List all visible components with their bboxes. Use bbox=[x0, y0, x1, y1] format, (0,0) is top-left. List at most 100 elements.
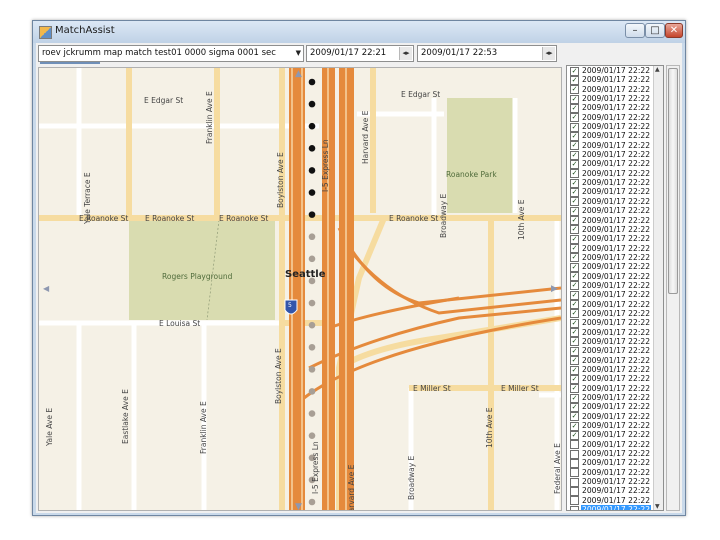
timestamp-list-item[interactable]: ✓ 2009/01/17 22:22 bbox=[567, 318, 663, 328]
checkbox[interactable]: ✓ bbox=[570, 337, 579, 347]
checkbox[interactable]: ✓ bbox=[570, 384, 579, 394]
checkbox[interactable]: ✓ bbox=[570, 122, 579, 132]
gps-point[interactable] bbox=[308, 388, 316, 395]
checkbox[interactable]: ✓ bbox=[570, 159, 579, 169]
timestamp-list-item[interactable]: 2009/01/17 22:22 bbox=[567, 440, 663, 450]
timestamp-list-item[interactable]: ✓ 2009/01/17 22:22 bbox=[567, 402, 663, 412]
checkbox[interactable]: ✓ bbox=[570, 216, 579, 225]
checkbox[interactable]: ✓ bbox=[570, 66, 579, 76]
timestamp-list-item[interactable]: ✓ 2009/01/17 22:22 bbox=[567, 356, 663, 366]
timestamp-list-item[interactable]: ✓ 2009/01/17 22:22 bbox=[567, 216, 663, 225]
pan-down-icon[interactable]: ▼ bbox=[295, 502, 302, 510]
map-view[interactable]: ◀ ▶ ▲ ▼ E Edgar St E Edgar St E Roanoke … bbox=[38, 67, 562, 511]
timestamp-list-item[interactable]: ✓ 2009/01/17 22:22 bbox=[567, 122, 663, 132]
checkbox[interactable]: ✓ bbox=[570, 206, 579, 216]
window-scrollbar[interactable] bbox=[666, 65, 680, 511]
gps-point[interactable] bbox=[308, 233, 316, 241]
checkbox[interactable]: ✓ bbox=[570, 365, 579, 375]
gps-point[interactable] bbox=[308, 167, 316, 174]
checkbox[interactable]: ✓ bbox=[570, 75, 579, 85]
chevron-down-icon[interactable]: ▼ bbox=[296, 46, 301, 61]
timestamp-list-item[interactable]: 2009/01/17 22:22 bbox=[567, 468, 663, 478]
gps-point[interactable] bbox=[308, 145, 316, 152]
timestamp-list-item[interactable]: 2009/01/17 22:22 bbox=[567, 496, 663, 506]
checkbox[interactable]: ✓ bbox=[570, 300, 579, 310]
checkbox[interactable]: ✓ bbox=[570, 150, 579, 160]
timestamp-list-item[interactable]: ✓ 2009/01/17 22:22 bbox=[567, 430, 663, 440]
timestamp-list-item[interactable]: ✓ 2009/01/17 22:22 bbox=[567, 197, 663, 207]
gps-point[interactable] bbox=[308, 410, 316, 417]
timestamp-list-item[interactable]: ✓ 2009/01/17 22:22 bbox=[567, 66, 663, 76]
timestamp-list-item[interactable]: ✓ 2009/01/17 22:22 bbox=[567, 346, 663, 356]
timestamp-list-item[interactable]: ✓ 2009/01/17 22:22 bbox=[567, 94, 663, 104]
pan-left-icon[interactable]: ◀ bbox=[43, 284, 50, 293]
timestamp-list-item[interactable]: 2009/01/17 22:22 bbox=[567, 505, 663, 510]
timestamp-list-item[interactable]: 2009/01/17 22:22 bbox=[567, 477, 663, 487]
checkbox[interactable]: ✓ bbox=[570, 281, 579, 291]
checkbox[interactable] bbox=[570, 477, 579, 487]
checkbox[interactable]: ✓ bbox=[570, 290, 579, 300]
checkbox[interactable]: ✓ bbox=[570, 244, 579, 254]
timestamp-list-item[interactable]: 2009/01/17 22:22 bbox=[567, 458, 663, 468]
timestamp-checklist[interactable]: ✓ 2009/01/17 22:22 ✓ 2009/01/17 22:22 ✓ 2009/… bbox=[566, 65, 664, 511]
checkbox[interactable]: ✓ bbox=[570, 412, 579, 422]
gps-point[interactable] bbox=[308, 366, 316, 373]
list-scrollbar[interactable]: ▲ ▼ bbox=[653, 66, 663, 510]
checkbox[interactable]: ✓ bbox=[570, 94, 579, 104]
end-time-spinner-icon[interactable]: ◂▸ bbox=[542, 47, 555, 60]
checkbox[interactable]: ✓ bbox=[570, 85, 579, 95]
timestamp-list-item[interactable]: ✓ 2009/01/17 22:22 bbox=[567, 141, 663, 151]
checkbox[interactable]: ✓ bbox=[570, 197, 579, 207]
checkbox[interactable]: ✓ bbox=[570, 169, 579, 179]
checkbox[interactable]: ✓ bbox=[570, 225, 579, 235]
timestamp-list-item[interactable]: ✓ 2009/01/17 22:22 bbox=[567, 374, 663, 384]
timestamp-list-item[interactable]: ✓ 2009/01/17 22:22 bbox=[567, 309, 663, 319]
checkbox[interactable]: ✓ bbox=[570, 356, 579, 366]
timestamp-list-item[interactable]: ✓ 2009/01/17 22:22 bbox=[567, 85, 663, 95]
gps-point[interactable] bbox=[308, 211, 316, 218]
timestamp-list-item[interactable]: ✓ 2009/01/17 22:22 bbox=[567, 412, 663, 422]
timestamp-list-item[interactable]: ✓ 2009/01/17 22:22 bbox=[567, 393, 663, 403]
checkbox[interactable] bbox=[570, 486, 579, 496]
gps-point[interactable] bbox=[308, 299, 316, 307]
timestamp-list-item[interactable]: ✓ 2009/01/17 22:22 bbox=[567, 281, 663, 291]
gps-point[interactable] bbox=[308, 78, 316, 86]
checkbox[interactable]: ✓ bbox=[570, 309, 579, 319]
gps-point[interactable] bbox=[308, 432, 316, 439]
close-button[interactable]: ✕ bbox=[665, 23, 683, 38]
gps-point[interactable] bbox=[308, 122, 316, 130]
timestamp-list-item[interactable]: ✓ 2009/01/17 22:22 bbox=[567, 159, 663, 169]
checkbox[interactable]: ✓ bbox=[570, 187, 579, 197]
maximize-button[interactable]: □ bbox=[645, 23, 665, 38]
checkbox[interactable]: ✓ bbox=[570, 131, 579, 141]
title-bar[interactable]: MatchAssist – □ ✕ bbox=[33, 21, 685, 43]
end-time-picker[interactable]: 2009/01/17 22:53 ◂▸ bbox=[417, 45, 557, 62]
gps-point[interactable] bbox=[308, 498, 316, 506]
timestamp-list-item[interactable]: 2009/01/17 22:22 bbox=[567, 449, 663, 459]
gps-point[interactable] bbox=[308, 189, 316, 196]
checkbox[interactable]: ✓ bbox=[570, 374, 579, 384]
checkbox[interactable] bbox=[570, 468, 579, 478]
gps-point[interactable] bbox=[308, 255, 316, 263]
timestamp-list-item[interactable]: ✓ 2009/01/17 22:22 bbox=[567, 272, 663, 282]
checkbox[interactable]: ✓ bbox=[570, 113, 579, 123]
start-time-spinner-icon[interactable]: ◂▸ bbox=[399, 47, 412, 60]
start-time-picker[interactable]: 2009/01/17 22:21 ◂▸ bbox=[306, 45, 414, 62]
map-canvas[interactable]: ◀ ▶ ▲ ▼ bbox=[39, 68, 561, 510]
gps-point[interactable] bbox=[308, 321, 316, 329]
pan-right-icon[interactable]: ▶ bbox=[551, 284, 558, 294]
checkbox[interactable] bbox=[570, 505, 579, 510]
checkbox[interactable] bbox=[570, 440, 579, 450]
checkbox[interactable]: ✓ bbox=[570, 328, 579, 338]
timestamp-list-item[interactable]: ✓ 2009/01/17 22:22 bbox=[567, 75, 663, 85]
timestamp-list-item[interactable]: ✓ 2009/01/17 22:22 bbox=[567, 187, 663, 197]
checkbox[interactable]: ✓ bbox=[570, 272, 579, 282]
checkbox[interactable]: ✓ bbox=[570, 178, 579, 188]
scroll-down-icon[interactable]: ▼ bbox=[655, 503, 660, 510]
checkbox[interactable]: ✓ bbox=[570, 234, 579, 244]
gps-point[interactable] bbox=[308, 343, 316, 351]
checkbox[interactable] bbox=[570, 458, 579, 468]
checkbox[interactable]: ✓ bbox=[570, 421, 579, 431]
timestamp-list-item[interactable]: ✓ 2009/01/17 22:22 bbox=[567, 253, 663, 263]
timestamp-list-item[interactable]: ✓ 2009/01/17 22:22 bbox=[567, 337, 663, 347]
